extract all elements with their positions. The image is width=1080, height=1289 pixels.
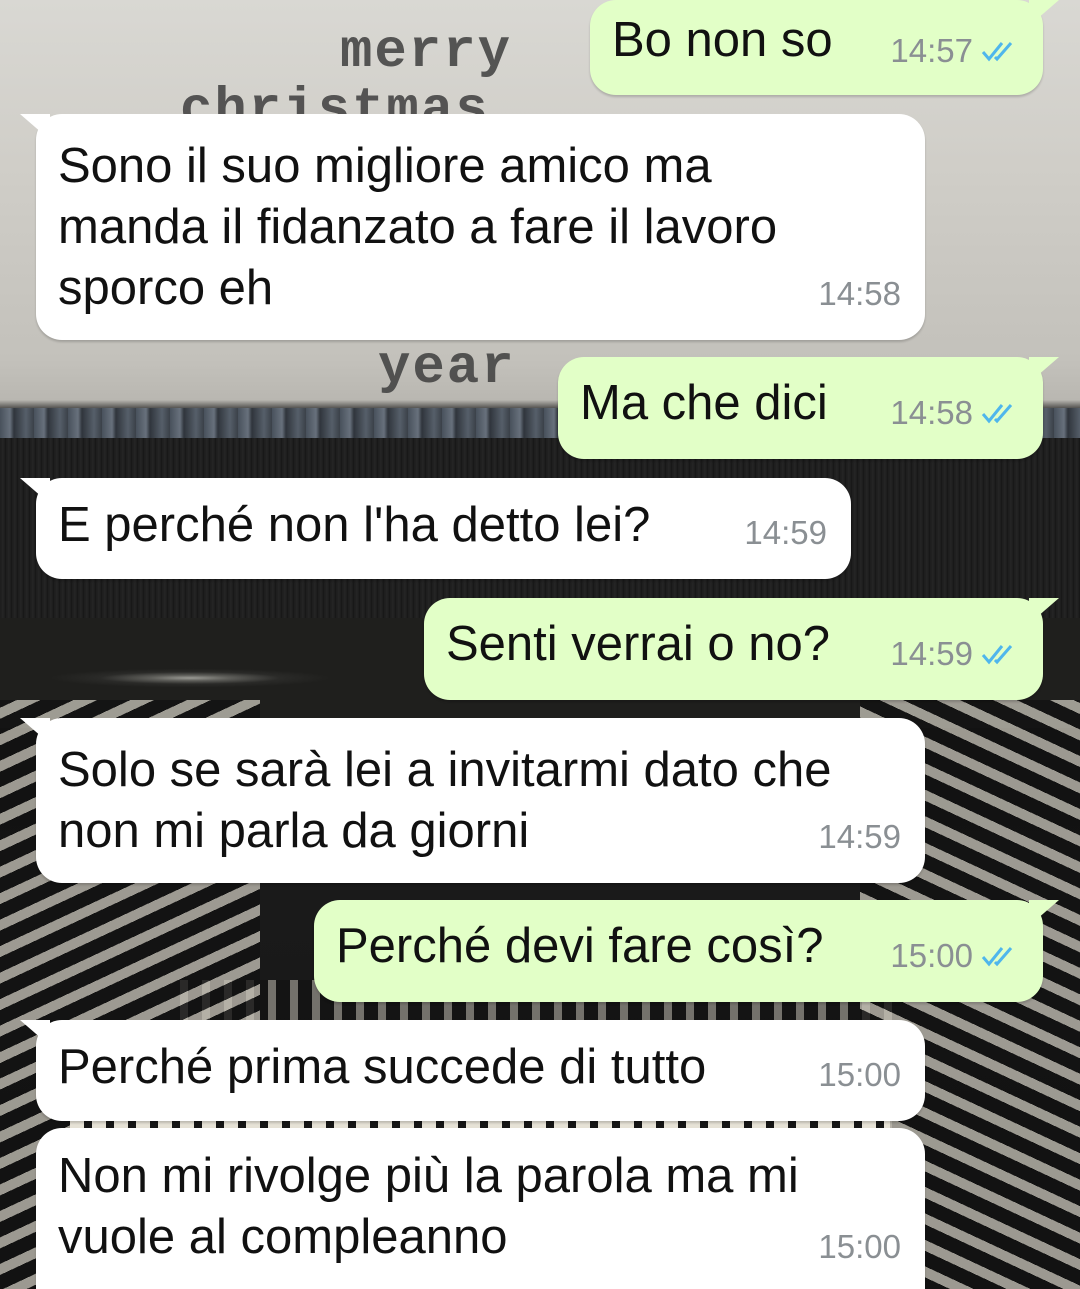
read-ticks-icon [981, 644, 1013, 664]
message-list: Bo non so 14:57 Sono il suo migliore ami… [0, 0, 1080, 1289]
message-meta: 14:57 [890, 20, 1019, 81]
message-text: Non mi rivolge più la parola ma mi vuole… [58, 1149, 813, 1264]
message-meta: 14:58 [890, 382, 1019, 443]
read-ticks-icon [981, 946, 1013, 966]
message-meta: 14:58 [818, 263, 901, 324]
message-time: 14:57 [890, 32, 973, 69]
message-time: 15:00 [890, 937, 973, 974]
message-meta: 15:00 [818, 1044, 901, 1105]
message-time: 14:58 [890, 394, 973, 431]
message-text: Sono il suo migliore amico ma manda il f… [58, 139, 791, 315]
read-ticks-icon [981, 403, 1013, 423]
incoming-message[interactable]: Perché prima succede di tutto 15:00 [20, 1020, 925, 1121]
message-meta: 15:00 [818, 1216, 901, 1277]
message-meta: 15:00 [890, 925, 1019, 986]
message-text: Bo non so [612, 13, 833, 67]
outgoing-message[interactable]: Bo non so 14:57 [590, 0, 1059, 95]
outgoing-message[interactable]: Perché devi fare così? 15:00 [314, 900, 1059, 1002]
message-time: 15:00 [818, 1228, 901, 1265]
message-time: 14:58 [818, 275, 901, 312]
incoming-message[interactable]: Non mi rivolge più la parola ma mi vuole… [36, 1128, 925, 1289]
incoming-message[interactable]: E perché non l'ha detto lei? 14:59 [20, 478, 851, 579]
message-time: 15:00 [818, 1056, 901, 1093]
outgoing-message[interactable]: Senti verrai o no? 14:59 [424, 598, 1059, 700]
read-ticks-icon [981, 41, 1013, 61]
message-meta: 14:59 [744, 502, 827, 563]
message-meta: 14:59 [890, 623, 1019, 684]
message-text: Solo se sarà lei a invitarmi dato che no… [58, 743, 846, 858]
message-text: E perché non l'ha detto lei? [58, 498, 651, 552]
incoming-message[interactable]: Sono il suo migliore amico ma manda il f… [20, 114, 925, 340]
message-time: 14:59 [744, 514, 827, 551]
message-meta: 14:59 [818, 806, 901, 867]
outgoing-message[interactable]: Ma che dici 14:58 [558, 357, 1059, 459]
message-time: 14:59 [890, 635, 973, 672]
message-text: Perché prima succede di tutto [58, 1040, 707, 1094]
message-time: 14:59 [818, 818, 901, 855]
incoming-message[interactable]: Solo se sarà lei a invitarmi dato che no… [20, 718, 925, 883]
